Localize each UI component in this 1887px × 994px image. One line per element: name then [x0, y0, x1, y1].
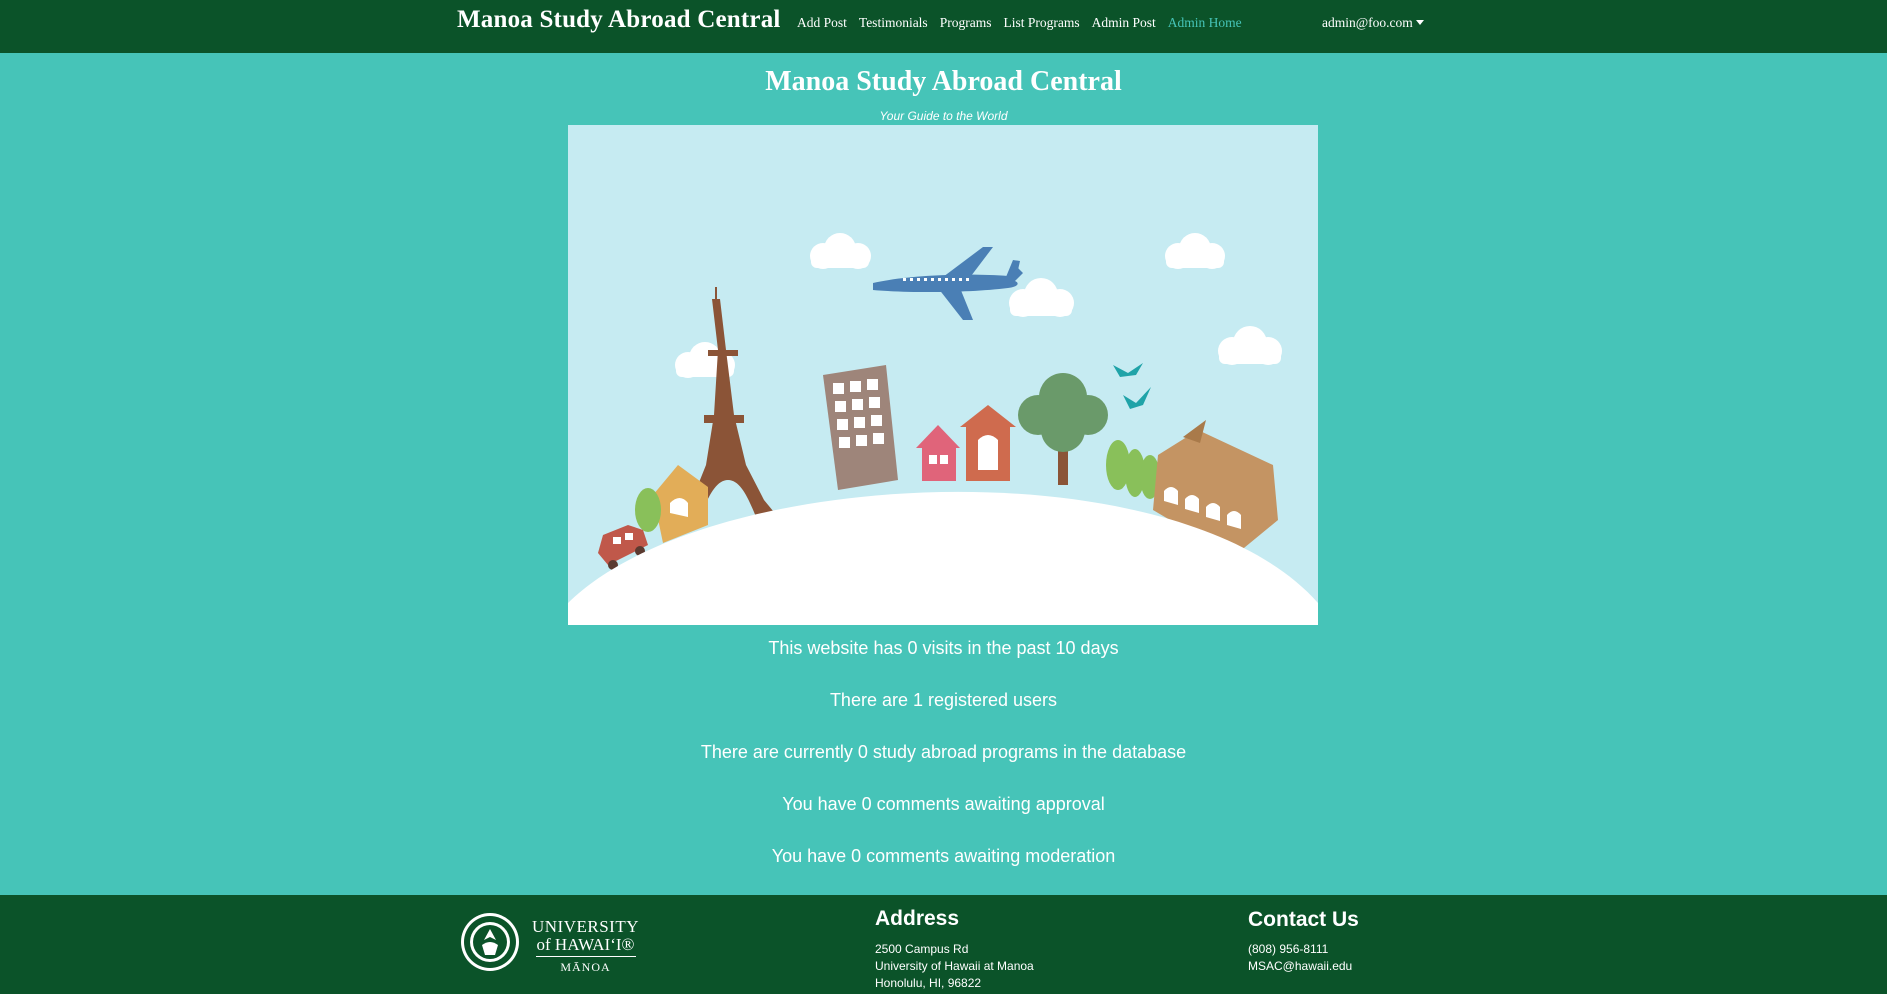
brand-link[interactable]: Manoa Study Abroad Central — [457, 6, 781, 34]
travel-world-illustration — [568, 125, 1318, 625]
user-dropdown[interactable]: admin@foo.com — [1322, 15, 1424, 31]
logo-line-3: MĀNOA — [560, 960, 611, 974]
address-line-2: University of Hawaii at Manoa — [875, 959, 1034, 973]
stat-programs: There are currently 0 study abroad progr… — [700, 742, 1187, 762]
contact-phone[interactable]: (808) 956-8111 — [1248, 942, 1328, 956]
address-line-3: Honolulu, HI, 96822 — [875, 976, 982, 990]
university-seal-icon — [461, 913, 519, 971]
stat-comments-approval: You have 0 comments awaiting approval — [782, 794, 1105, 814]
nav-admin-home[interactable]: Admin Home — [1168, 15, 1242, 31]
nav-admin-post[interactable]: Admin Post — [1092, 15, 1156, 31]
university-logo: UNIVERSITY of HAWAI‘I® MĀNOA — [460, 912, 640, 978]
page-title: Manoa Study Abroad Central — [765, 66, 1122, 97]
caret-down-icon — [1415, 19, 1424, 25]
university-wordmark: UNIVERSITY of HAWAI‘I® MĀNOA — [532, 918, 639, 973]
contact-heading: Contact Us — [1248, 908, 1359, 931]
address-heading: Address — [875, 907, 960, 930]
nav-programs[interactable]: Programs — [940, 15, 992, 31]
stat-comments-moderation: You have 0 comments awaiting moderation — [771, 846, 1116, 866]
logo-divider — [535, 956, 636, 957]
user-email: admin@foo.com — [1322, 15, 1413, 30]
nav-testimonials[interactable]: Testimonials — [859, 15, 928, 31]
address-line-1: 2500 Campus Rd — [875, 942, 969, 956]
contact-email[interactable]: MSAC@hawaii.edu — [1248, 959, 1352, 973]
hero-illustration — [568, 125, 1318, 625]
footer: UNIVERSITY of HAWAI‘I® MĀNOA Address 250… — [0, 895, 1887, 994]
logo-line-1: UNIVERSITY — [532, 917, 639, 936]
stat-visits: This website has 0 visits in the past 10… — [768, 638, 1119, 658]
page-subtitle: Your Guide to the World — [879, 109, 1008, 123]
navbar: Manoa Study Abroad Central Add Post Test… — [0, 0, 1887, 53]
stat-registered-users: There are 1 registered users — [829, 690, 1058, 710]
nav-add-post[interactable]: Add Post — [797, 15, 847, 31]
logo-line-2: of HAWAI‘I® — [536, 935, 635, 954]
nav-links: Add Post Testimonials Programs List Prog… — [797, 15, 1254, 31]
stats-list: This website has 0 visits in the past 10… — [0, 636, 1887, 896]
nav-list-programs[interactable]: List Programs — [1003, 15, 1079, 31]
